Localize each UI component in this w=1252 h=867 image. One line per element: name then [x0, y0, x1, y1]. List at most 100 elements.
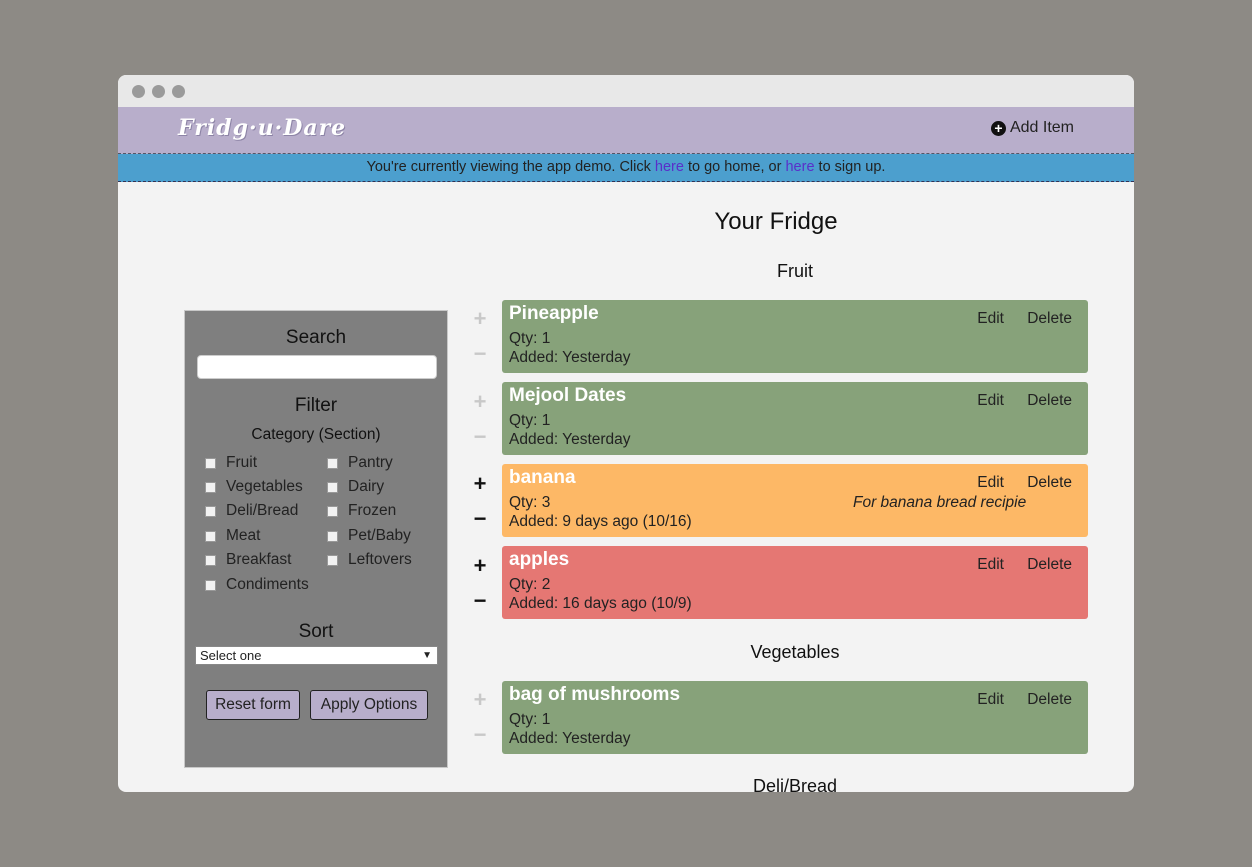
dropdown-arrow-icon: ▼ [422, 650, 432, 661]
checkbox-label: Dairy [348, 478, 385, 495]
filter-checkbox-fruit[interactable]: Fruit [205, 454, 257, 472]
plus-circle-icon: + [990, 120, 1006, 136]
item-added: Added: 9 days ago (10/16) [509, 513, 692, 530]
add-item-button[interactable]: + Add Item [990, 119, 1074, 137]
item-qty: Qty: 1 [509, 330, 551, 347]
checkbox[interactable] [205, 579, 216, 591]
item-note: For banana bread recipie [853, 494, 1027, 511]
item-name: banana [509, 467, 576, 488]
add-item-label: Add Item [1009, 119, 1074, 136]
home-link[interactable]: here [655, 159, 684, 175]
filter-checkbox-dairy[interactable]: Dairy [327, 478, 384, 496]
edit-button[interactable]: Edit [977, 310, 1004, 328]
fridge-item-card: apples Qty: 2 Added: 16 days ago (10/9) … [502, 546, 1088, 619]
window-titlebar [118, 75, 1134, 107]
delete-button[interactable]: Delete [1027, 691, 1072, 709]
banner-text: You're currently viewing the app demo. C… [366, 159, 655, 175]
section-title-vegetables: Vegetables [750, 642, 840, 662]
checkbox-label: Vegetables [226, 478, 303, 495]
filter-checkbox-frozen[interactable]: Frozen [327, 502, 396, 520]
decrement-button[interactable]: − [470, 343, 490, 365]
filter-checkbox-pantry[interactable]: Pantry [327, 454, 393, 472]
checkbox-label: Breakfast [226, 551, 292, 568]
checkbox-label: Condiments [226, 576, 309, 593]
edit-button[interactable]: Edit [977, 556, 1004, 574]
fridge-item-card: bag of mushrooms Qty: 1 Added: Yesterday… [502, 681, 1088, 754]
checkbox-label: Pantry [348, 454, 393, 471]
signup-link[interactable]: here [785, 159, 814, 175]
reset-form-button[interactable]: Reset form [206, 690, 300, 720]
fridge-item-card: Mejool Dates Qty: 1 Added: Yesterday Edi… [502, 382, 1088, 455]
search-input[interactable] [197, 355, 437, 379]
filter-checkbox-meat[interactable]: Meat [205, 527, 260, 545]
sort-selected-value: Select one [200, 648, 262, 663]
window-minimize-dot[interactable] [152, 85, 165, 98]
window-maximize-dot[interactable] [172, 85, 185, 98]
category-heading: Category (Section) [251, 426, 381, 443]
item-added: Added: Yesterday [509, 349, 631, 366]
filter-checkbox-deli-bread[interactable]: Deli/Bread [205, 502, 298, 520]
item-name: Pineapple [509, 303, 599, 324]
window-close-dot[interactable] [132, 85, 145, 98]
section-title-deli-bread: Deli/Bread [752, 776, 838, 792]
increment-button[interactable]: + [470, 555, 490, 577]
sort-select[interactable]: Select one ▼ [195, 646, 438, 665]
demo-banner: You're currently viewing the app demo. C… [118, 154, 1134, 182]
decrement-button[interactable]: − [470, 426, 490, 448]
delete-button[interactable]: Delete [1027, 310, 1072, 328]
checkbox-label: Pet/Baby [348, 527, 411, 544]
filter-heading: Filter [294, 395, 338, 416]
edit-button[interactable]: Edit [977, 392, 1004, 410]
decrement-button[interactable]: − [470, 724, 490, 746]
banner-text: to go home, or [683, 159, 786, 175]
increment-button[interactable]: + [470, 391, 490, 413]
delete-button[interactable]: Delete [1027, 392, 1072, 410]
checkbox[interactable] [205, 554, 216, 566]
search-heading: Search [285, 327, 347, 348]
fridge-item-card: banana Qty: 3 Added: 9 days ago (10/16) … [502, 464, 1088, 537]
fridge-item-card: Pineapple Qty: 1 Added: Yesterday Edit D… [502, 300, 1088, 373]
checkbox-label: Fruit [226, 454, 257, 471]
options-sidebar: Search Filter Category (Section) Fruit V… [184, 310, 448, 768]
checkbox[interactable] [327, 481, 338, 493]
decrement-button[interactable]: − [470, 590, 490, 612]
banner-text: to sign up. [814, 159, 886, 175]
decrement-button[interactable]: − [470, 508, 490, 530]
filter-checkbox-condiments[interactable]: Condiments [205, 576, 309, 594]
delete-button[interactable]: Delete [1027, 556, 1072, 574]
checkbox[interactable] [327, 505, 338, 517]
checkbox[interactable] [327, 554, 338, 566]
item-name: Mejool Dates [509, 385, 627, 406]
filter-checkbox-pet-baby[interactable]: Pet/Baby [327, 527, 411, 545]
checkbox-label: Leftovers [348, 551, 412, 568]
checkbox[interactable] [205, 481, 216, 493]
edit-button[interactable]: Edit [977, 474, 1004, 492]
item-qty: Qty: 1 [509, 412, 551, 429]
section-title-fruit: Fruit [777, 261, 813, 281]
increment-button[interactable]: + [470, 689, 490, 711]
increment-button[interactable]: + [470, 473, 490, 495]
filter-checkbox-vegetables[interactable]: Vegetables [205, 478, 303, 496]
checkbox[interactable] [327, 530, 338, 542]
filter-checkbox-leftovers[interactable]: Leftovers [327, 551, 412, 569]
checkbox-label: Meat [226, 527, 261, 544]
edit-button[interactable]: Edit [977, 691, 1004, 709]
checkbox[interactable] [205, 530, 216, 542]
page-title: Your Fridge [714, 208, 838, 235]
browser-window: Fridg·u·Dare + Add Item You're currently… [118, 75, 1134, 792]
filter-checkbox-breakfast[interactable]: Breakfast [205, 551, 291, 569]
delete-button[interactable]: Delete [1027, 474, 1072, 492]
item-qty: Qty: 1 [509, 711, 551, 728]
checkbox[interactable] [327, 457, 338, 469]
checkbox-label: Frozen [348, 502, 397, 519]
checkbox[interactable] [205, 457, 216, 469]
item-name: apples [509, 549, 570, 570]
checkbox[interactable] [205, 505, 216, 517]
apply-options-button[interactable]: Apply Options [310, 690, 428, 720]
app-logo[interactable]: Fridg·u·Dare [178, 115, 346, 141]
item-added: Added: 16 days ago (10/9) [509, 595, 692, 612]
item-added: Added: Yesterday [509, 431, 631, 448]
checkbox-label: Deli/Bread [226, 502, 299, 519]
item-name: bag of mushrooms [509, 684, 681, 705]
increment-button[interactable]: + [470, 308, 490, 330]
